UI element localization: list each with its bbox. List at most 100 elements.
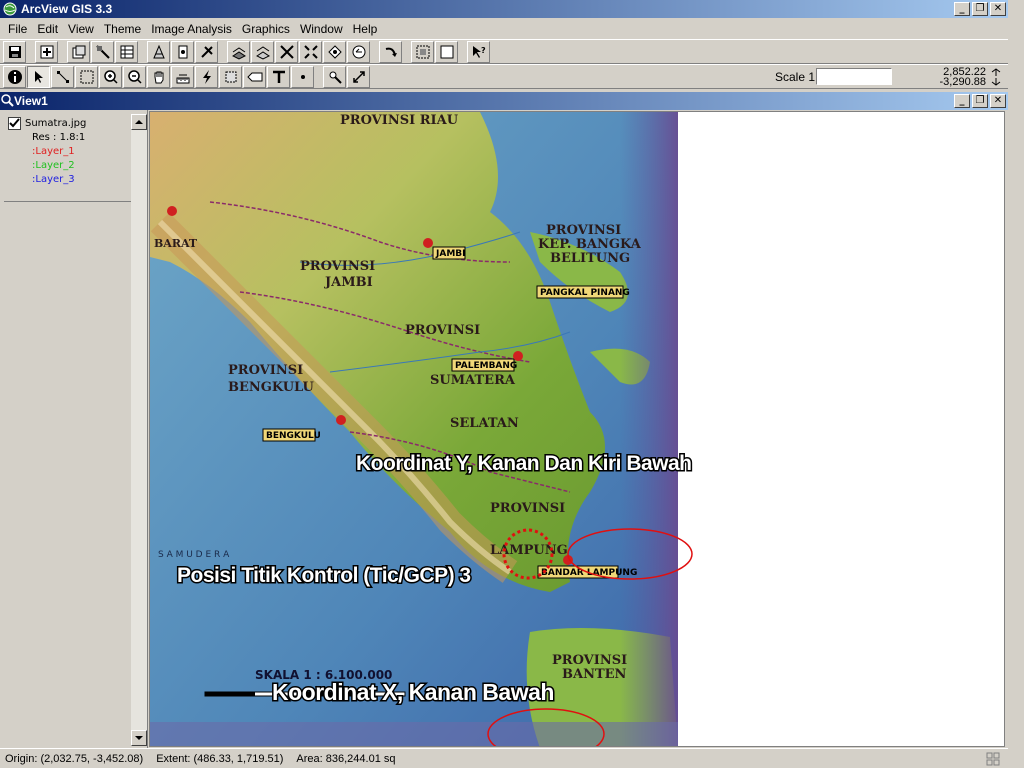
theme-resolution: Res : 1.8:1 xyxy=(32,131,86,143)
minimize-button[interactable]: _ xyxy=(954,2,970,16)
zoom-to-themes-button[interactable] xyxy=(227,40,250,63)
resize-tool[interactable] xyxy=(347,65,370,88)
clear-selected-button[interactable] xyxy=(435,40,458,63)
scroll-up-button[interactable] xyxy=(131,114,147,130)
pointer-tool[interactable] xyxy=(27,65,50,88)
resize-arrow-icon xyxy=(352,70,365,83)
zoom-out-icon xyxy=(127,69,142,84)
zoom-in-button[interactable] xyxy=(299,40,322,63)
lightning-icon xyxy=(202,69,211,84)
zoom-themes-icon xyxy=(231,46,246,60)
close-button[interactable]: ✕ xyxy=(990,2,1006,16)
zoom-active-icon xyxy=(255,45,270,60)
edit-legend-button[interactable] xyxy=(91,40,114,63)
scroll-down-button[interactable] xyxy=(131,730,147,746)
city-bengkulu: BENGKULU xyxy=(266,431,321,441)
area-of-interest-tool[interactable] xyxy=(219,65,242,88)
cursor-coordinates: 2,852.22 -3,290.88 xyxy=(939,67,986,88)
menu-help[interactable]: Help xyxy=(348,22,383,36)
label-icon xyxy=(246,72,262,81)
app-title: ArcView GIS 3.3 xyxy=(21,2,113,16)
view-restore-button[interactable]: ❐ xyxy=(972,94,988,108)
arrow-up-icon xyxy=(135,120,143,124)
maximize-button[interactable]: ❐ xyxy=(972,2,988,16)
find-icon xyxy=(200,45,213,58)
label-kep-bangka: KEP. BANGKA xyxy=(538,237,642,252)
curved-arrow-icon xyxy=(385,47,397,57)
measure-tool[interactable] xyxy=(171,65,194,88)
resize-grip-icon[interactable] xyxy=(986,752,1000,766)
theme-entry[interactable]: Sumatra.jpg Res : 1.8:1 :Layer_1 :Layer_… xyxy=(4,116,131,202)
scale-input[interactable] xyxy=(816,68,892,85)
menu-window[interactable]: Window xyxy=(295,22,348,36)
menu-graphics[interactable]: Graphics xyxy=(237,22,295,36)
menu-theme[interactable]: Theme xyxy=(99,22,146,36)
open-table-button[interactable] xyxy=(115,40,138,63)
menu-image-analysis[interactable]: Image Analysis xyxy=(146,22,237,36)
find-button[interactable] xyxy=(195,40,218,63)
locate-icon xyxy=(178,45,187,58)
toc-scrollbar[interactable] xyxy=(131,114,147,746)
checkmark-icon xyxy=(9,117,20,127)
pan-tool[interactable] xyxy=(147,65,170,88)
help-button[interactable]: ? xyxy=(467,40,490,63)
select-feature-tool[interactable] xyxy=(75,65,98,88)
layer-1-label: :Layer_1 xyxy=(32,145,75,157)
zoom-out-button[interactable] xyxy=(323,40,346,63)
annotation-gcp: Posisi Titik Kontrol (Tic/GCP) 3 xyxy=(177,564,471,587)
menu-file[interactable]: File xyxy=(3,22,32,36)
city-jambi: JAMBI xyxy=(435,249,465,259)
menu-view[interactable]: View xyxy=(63,22,99,36)
snap-tool[interactable] xyxy=(323,65,346,88)
add-theme-button[interactable] xyxy=(35,40,58,63)
label-belitung: BELITUNG xyxy=(550,251,630,266)
zoom-in-tool[interactable] xyxy=(99,65,122,88)
arrow-down-icon xyxy=(135,736,143,740)
view-close-button[interactable]: ✕ xyxy=(990,94,1006,108)
info-icon xyxy=(7,69,22,84)
button-bar: ? xyxy=(0,39,1008,64)
label-provinsi-banten: PROVINSI xyxy=(552,653,627,668)
measure-icon xyxy=(176,74,189,83)
status-bar: Origin: (2,032.75, -3,452.08) Extent: (4… xyxy=(0,748,1008,768)
theme-properties-button[interactable] xyxy=(67,40,90,63)
add-theme-icon xyxy=(40,45,53,58)
status-area: Area: 836,244.01 sq xyxy=(296,752,396,765)
coordinate-arrows-icon xyxy=(991,68,1001,86)
text-tool[interactable] xyxy=(267,65,290,88)
select-features-button[interactable] xyxy=(379,40,402,63)
label-provinsi-riau: PROVINSI RIAU xyxy=(340,113,459,128)
label-provinsi-babel: PROVINSI xyxy=(546,223,621,238)
theme-visibility-checkbox[interactable] xyxy=(8,116,21,130)
zoom-to-selected-button[interactable] xyxy=(275,40,298,63)
vertex-edit-tool[interactable] xyxy=(51,65,74,88)
save-button[interactable] xyxy=(3,40,26,63)
label-lampung: LAMPUNG xyxy=(490,543,568,558)
identify-tool[interactable] xyxy=(3,65,26,88)
menu-edit[interactable]: Edit xyxy=(32,22,63,36)
hotlink-tool[interactable] xyxy=(195,65,218,88)
select-all-button[interactable] xyxy=(411,40,434,63)
map-display[interactable]: PROVINSI RIAU PROVINSI JAMBI PROVINSI SU… xyxy=(149,111,1005,747)
locate-address-button[interactable] xyxy=(171,40,194,63)
zoom-previous-icon xyxy=(352,45,365,58)
text-t-icon xyxy=(272,70,285,83)
label-tool[interactable] xyxy=(243,65,266,88)
zoom-selected-icon xyxy=(279,44,294,59)
properties-icon xyxy=(72,45,85,58)
zoom-to-active-themes-button[interactable] xyxy=(251,40,274,63)
query-builder-icon xyxy=(152,44,165,58)
zoom-previous-button[interactable] xyxy=(347,40,370,63)
city-pangkal-pinang: PANGKAL PINANG xyxy=(540,288,630,298)
view-title: View1 xyxy=(14,94,48,108)
snap-icon xyxy=(329,71,342,84)
label-provinsi-jambi: PROVINSI xyxy=(300,259,375,274)
view-minimize-button[interactable]: _ xyxy=(954,94,970,108)
draw-point-tool[interactable] xyxy=(291,65,314,88)
zoom-out-tool[interactable] xyxy=(123,65,146,88)
query-builder-button[interactable] xyxy=(147,40,170,63)
coord-y: -3,290.88 xyxy=(939,76,986,88)
menu-bar: File Edit View Theme Image Analysis Grap… xyxy=(0,19,1008,39)
help-pointer-icon: ? xyxy=(472,45,486,58)
label-bengkulu-prov: BENGKULU xyxy=(228,380,314,395)
